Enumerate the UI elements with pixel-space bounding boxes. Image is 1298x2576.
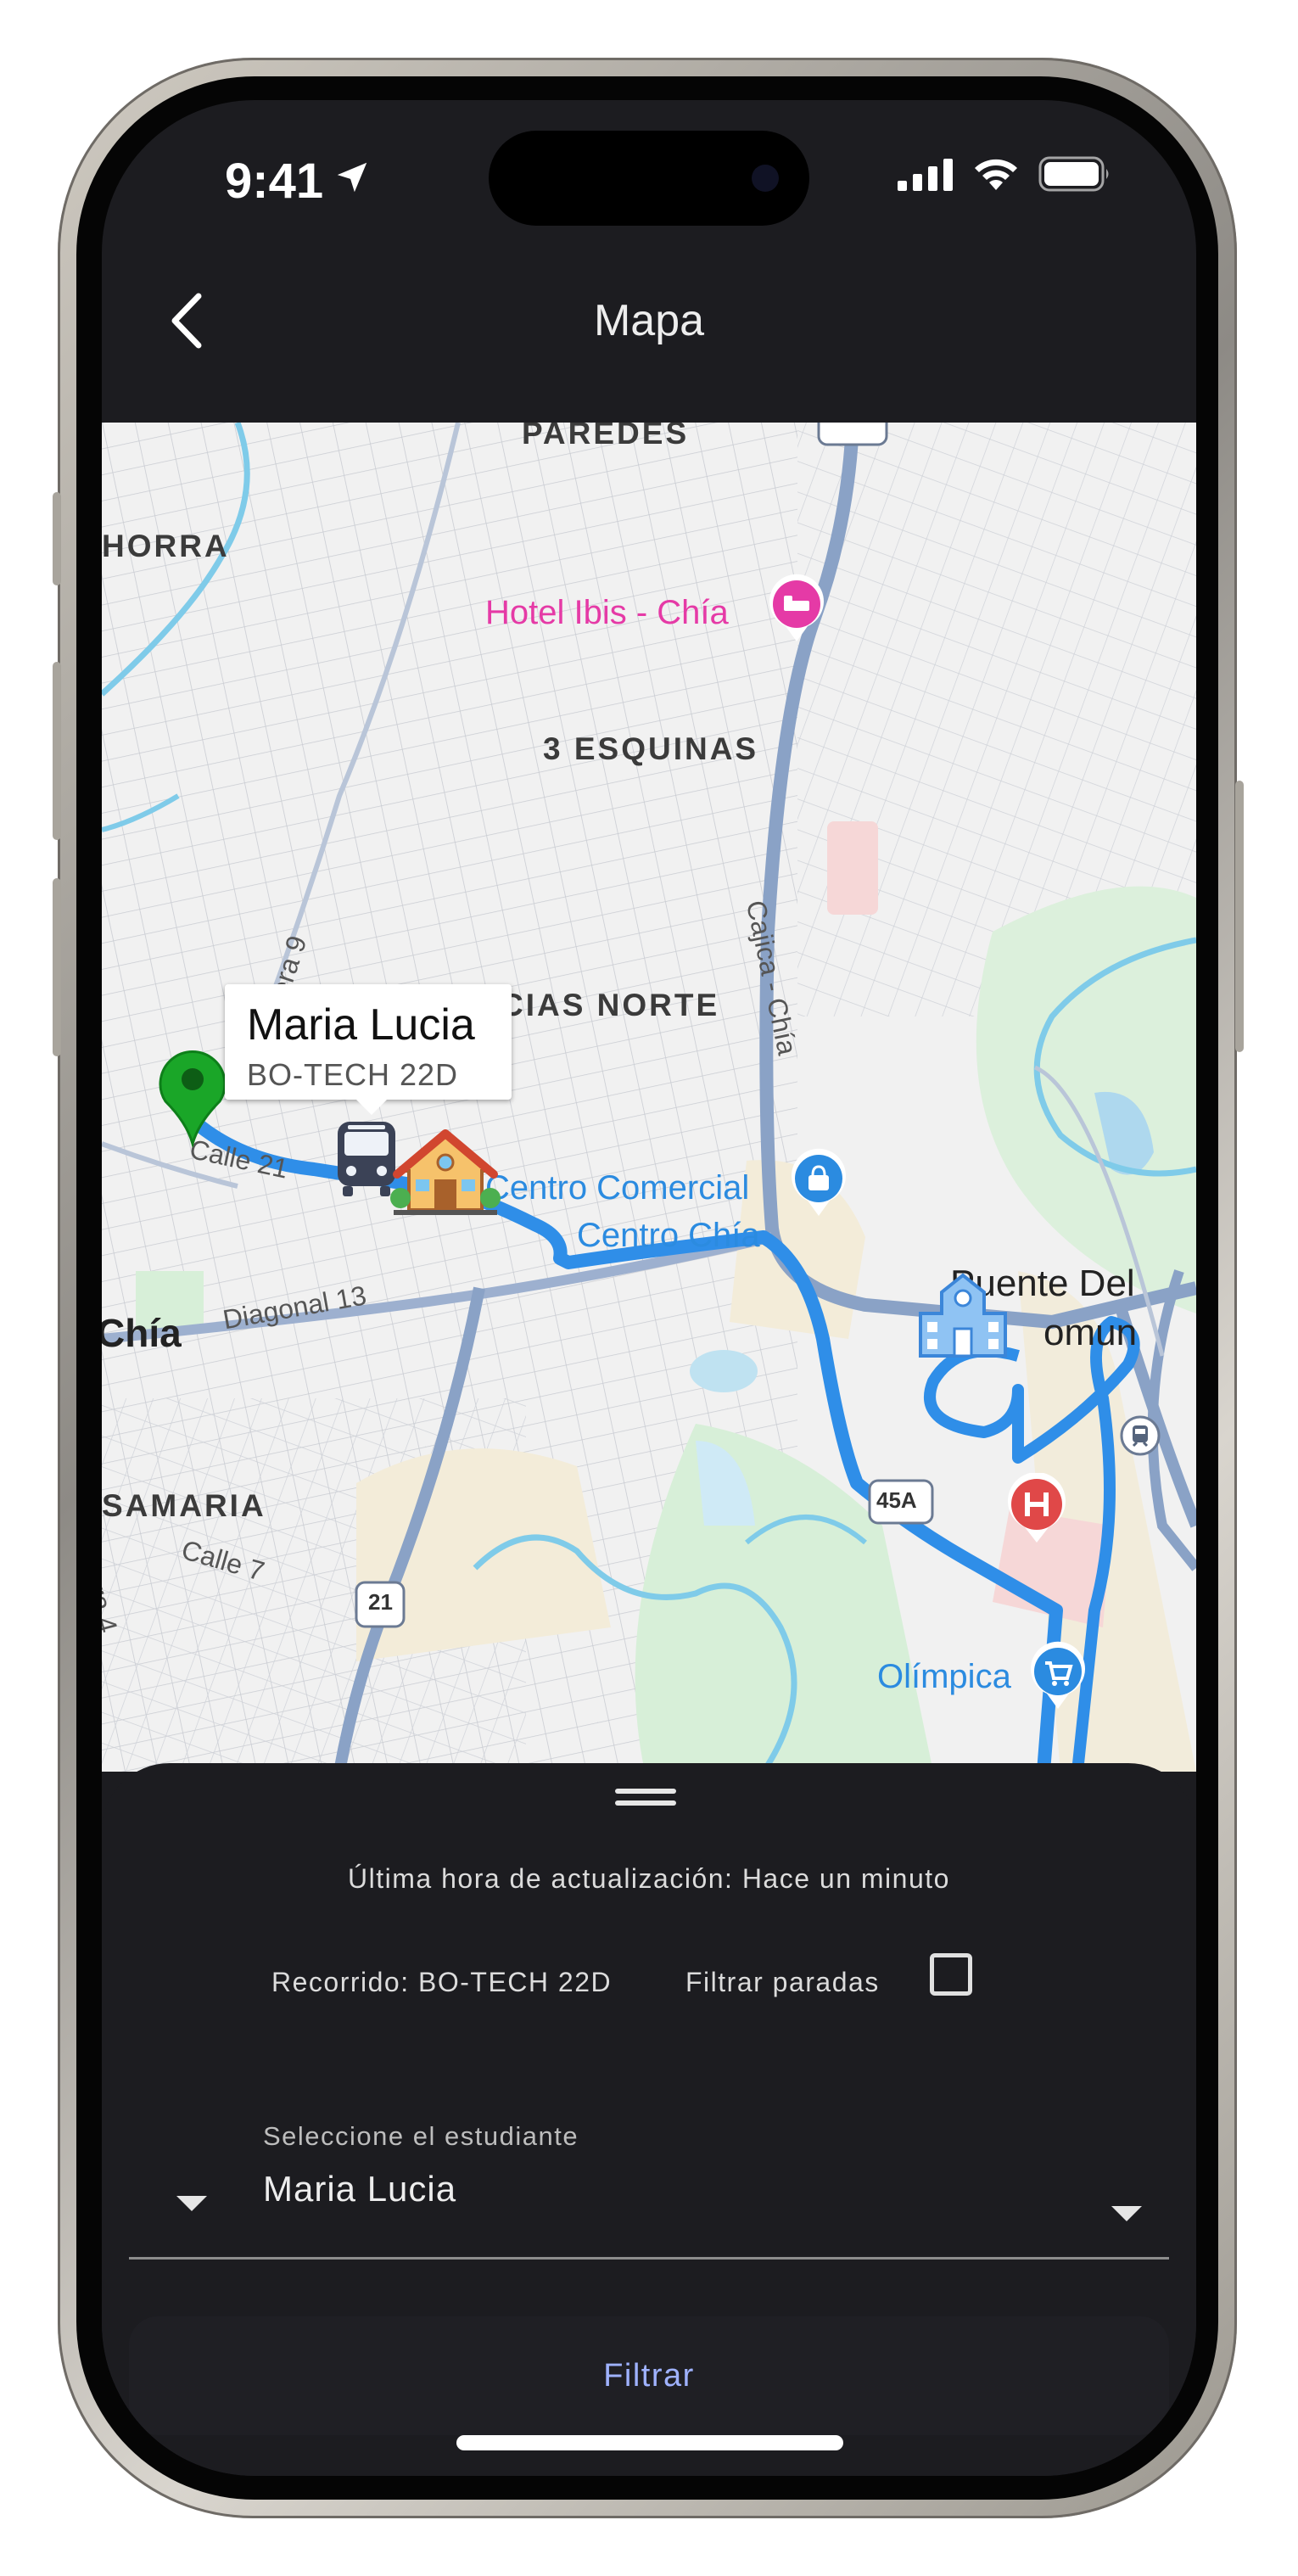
student-select-label: Seleccione el estudiante: [263, 2121, 579, 2151]
volume-up-button: [53, 662, 61, 840]
cellular-signal-icon: [898, 159, 953, 191]
volume-down-button: [53, 878, 61, 1056]
status-time: 9:41: [225, 154, 324, 209]
chevron-down-icon[interactable]: [1111, 2206, 1142, 2221]
home-indicator[interactable]: [456, 2435, 843, 2450]
last-update-text: Última hora de actualización: Hace un mi…: [348, 1863, 950, 1894]
area-label-paredes: PAREDES: [522, 423, 690, 451]
battery-icon: [1038, 156, 1109, 192]
poi-label-olimpica[interactable]: Olímpica: [877, 1658, 1011, 1696]
select-underline: [129, 2257, 1169, 2260]
action-button: [53, 492, 61, 585]
filter-button[interactable]: Filtrar: [129, 2316, 1169, 2435]
info-window-title: Maria Lucia: [247, 1000, 475, 1050]
screen: 9:41 Mapa PAREDES HORRA 3 ESQUINAS CIAS …: [102, 100, 1196, 2476]
area-label-3-esquinas: 3 ESQUINAS: [543, 731, 759, 766]
power-button: [1235, 781, 1244, 1052]
poi-label-centro-comercial[interactable]: Centro Comercial: [485, 1169, 749, 1207]
filter-stops-checkbox[interactable]: [930, 1953, 972, 1996]
info-window-subtitle: BO-TECH 22D: [247, 1057, 459, 1092]
app-bar: Mapa: [102, 227, 1196, 423]
highway-shield-21-label: 21: [368, 1589, 393, 1615]
house-icon[interactable]: [390, 1128, 501, 1222]
hospital-pin-icon[interactable]: [1004, 1473, 1069, 1546]
page-title: Mapa: [593, 296, 705, 345]
dynamic-island: [489, 131, 809, 226]
poi-label-centro-chia[interactable]: Centro Chía: [577, 1217, 760, 1255]
dropdown-arrow-left-icon[interactable]: [176, 2196, 207, 2211]
area-label-cias-norte: CIAS NORTE: [501, 988, 720, 1022]
school-building-icon: [919, 1273, 1007, 1358]
area-label-samaria: SAMARIA: [102, 1488, 266, 1523]
route-label: Recorrido: BO-TECH 22D: [271, 1967, 613, 1997]
marker-info-window[interactable]: Maria Lucia BO-TECH 22D: [225, 984, 512, 1115]
location-marker-icon[interactable]: [153, 1042, 232, 1147]
area-label-horra: HORRA: [102, 529, 230, 563]
map-view[interactable]: PAREDES HORRA 3 ESQUINAS CIAS NORTE SAMA…: [102, 423, 1196, 1772]
train-station-icon: [1120, 1415, 1161, 1456]
poi-label-comun: omun: [1043, 1312, 1138, 1353]
student-select-value[interactable]: Maria Lucia: [263, 2169, 456, 2209]
status-bar: 9:41: [102, 100, 1196, 227]
filter-stops-label: Filtrar paradas: [685, 1967, 880, 1997]
poi-label-hotel-ibis[interactable]: Hotel Ibis - Chía: [485, 594, 729, 632]
drag-handle[interactable]: [615, 1789, 676, 1812]
shopping-bag-pin-icon[interactable]: [789, 1148, 848, 1219]
location-arrow-icon: [337, 162, 367, 193]
hotel-pin-icon[interactable]: [767, 574, 826, 645]
shopping-cart-pin-icon[interactable]: [1028, 1641, 1088, 1712]
highway-shield-45a-label: 45A: [876, 1487, 917, 1513]
status-icons: [898, 156, 1111, 192]
wifi-icon: [975, 159, 1017, 190]
bottom-sheet: Última hora de actualización: Hace un mi…: [102, 1763, 1196, 2476]
camera-icon: [752, 165, 779, 192]
city-label-chia: Chía: [102, 1311, 182, 1355]
